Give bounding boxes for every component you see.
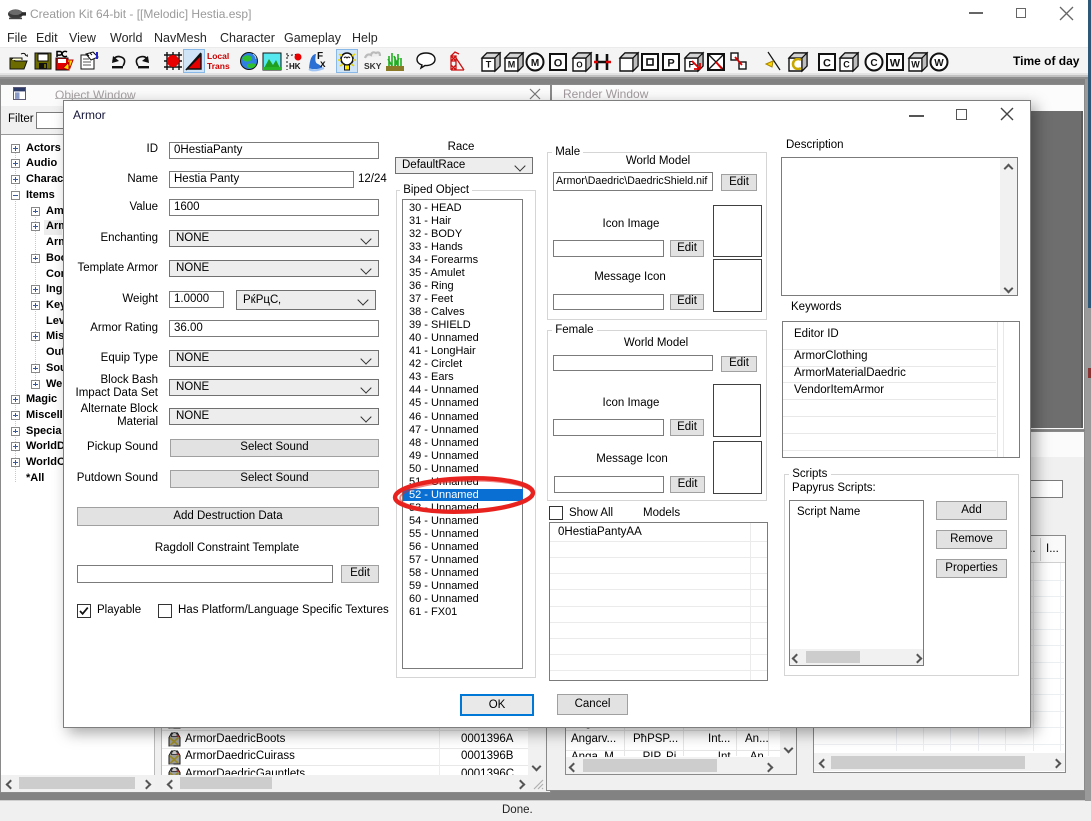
svg-text:HK: HK bbox=[289, 62, 301, 71]
svg-text:P: P bbox=[667, 58, 674, 70]
svg-text:W: W bbox=[890, 58, 901, 70]
svg-text:W: W bbox=[911, 60, 920, 70]
svg-text:M: M bbox=[531, 58, 539, 69]
svg-text:C: C bbox=[823, 58, 831, 70]
svg-text:M: M bbox=[508, 60, 516, 70]
svg-text:SKY: SKY bbox=[364, 61, 382, 71]
svg-text:Local: Local bbox=[207, 51, 229, 61]
svg-text:O: O bbox=[554, 58, 563, 70]
svg-text:Trans: Trans bbox=[207, 61, 230, 71]
svg-text:T: T bbox=[486, 60, 492, 70]
svg-text:O: O bbox=[576, 61, 582, 70]
svg-text:W: W bbox=[934, 58, 944, 69]
svg-text:C: C bbox=[870, 58, 877, 69]
svg-text:x: x bbox=[320, 59, 326, 70]
svg-text:C: C bbox=[843, 60, 850, 70]
